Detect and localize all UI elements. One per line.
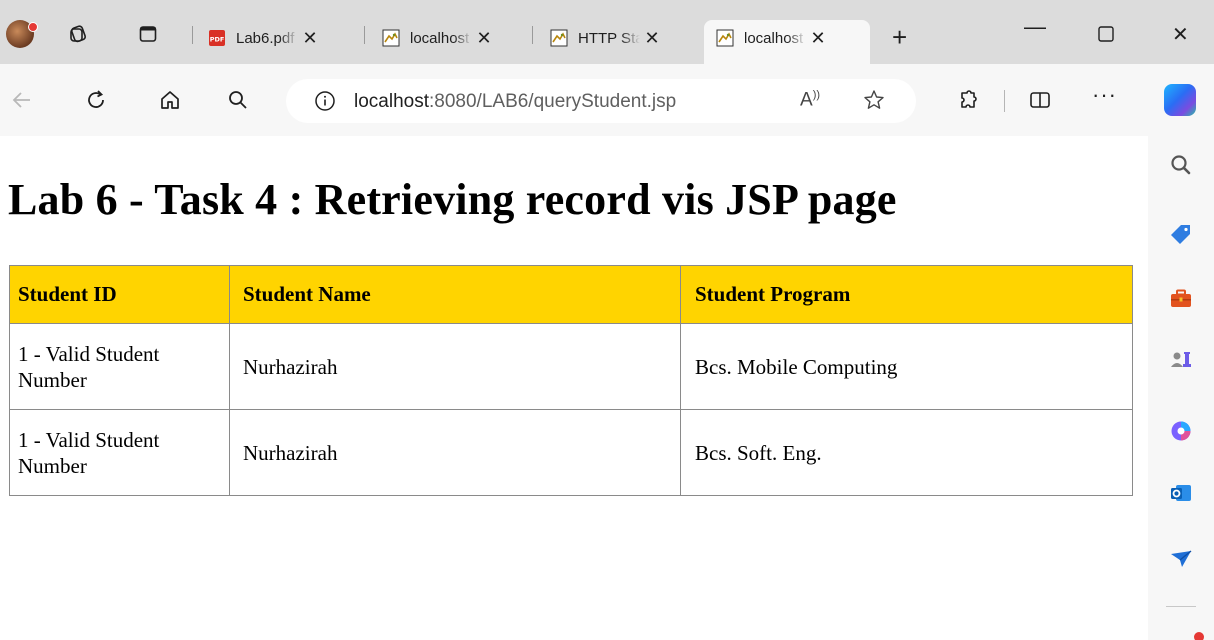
tab-localhost-active[interactable]: localhost ✕ <box>704 20 870 64</box>
student-program-cell: Bcs. Soft. Eng. <box>680 409 1133 496</box>
minimize-button[interactable]: — <box>1024 14 1046 40</box>
tab-title: localhost <box>744 29 804 47</box>
tab-close-button[interactable]: ✕ <box>302 28 318 49</box>
search-icon[interactable] <box>1168 152 1194 178</box>
student-table: Student ID Student Name Student Program … <box>9 265 1133 496</box>
tab-separator <box>364 26 365 44</box>
table-row: 1 - Valid Student Number Nurhazirah Bcs.… <box>9 323 1133 410</box>
more-options-button[interactable]: ··· <box>1092 82 1117 108</box>
table-row: 1 - Valid Student Number Nurhazirah Bcs.… <box>9 409 1133 496</box>
home-icon[interactable] <box>158 88 182 112</box>
back-icon[interactable] <box>10 88 34 112</box>
tab-localhost-1[interactable]: localhost ✕ <box>382 20 492 56</box>
tab-lab6-pdf[interactable]: PDF Lab6.pdf ✕ <box>208 20 318 56</box>
table-header-row: Student ID Student Name Student Program <box>9 265 1133 324</box>
tomcat-icon <box>550 29 568 47</box>
tab-title: Lab6.pdf <box>236 29 295 47</box>
tag-icon[interactable] <box>1168 222 1194 248</box>
tab-title: localhost <box>410 29 470 47</box>
page-title: Lab 6 - Task 4 : Retrieving record vis J… <box>8 175 897 224</box>
games-icon[interactable] <box>1168 346 1194 372</box>
new-tab-button[interactable]: + <box>892 24 907 50</box>
student-program-cell: Bcs. Mobile Computing <box>680 323 1133 410</box>
notification-dot <box>1194 632 1204 640</box>
column-header: Student Name <box>229 265 681 324</box>
copilot-icon[interactable] <box>1164 84 1196 116</box>
student-id-cell: 1 - Valid Student Number <box>9 409 230 496</box>
student-name-cell: Nurhazirah <box>229 323 681 410</box>
page-content: Lab 6 - Task 4 : Retrieving record vis J… <box>0 136 1148 640</box>
tab-separator <box>532 26 533 44</box>
url-path: :8080/LAB6/queryStudent.jsp <box>429 91 677 112</box>
tab-title: HTTP Status <box>578 29 640 47</box>
read-aloud-icon[interactable]: A)) <box>800 89 820 111</box>
read-aloud-glyph: A <box>800 89 813 111</box>
student-id-cell: 1 - Valid Student Number <box>9 323 230 410</box>
column-header: Student Program <box>680 265 1133 324</box>
split-screen-icon[interactable] <box>1028 88 1052 112</box>
briefcase-icon[interactable] <box>1168 286 1194 312</box>
vertical-tabs-icon[interactable] <box>138 24 158 44</box>
tab-http-status[interactable]: HTTP Status ✕ <box>550 20 660 56</box>
search-icon[interactable] <box>226 88 250 112</box>
sidebar-divider <box>1166 606 1196 607</box>
tomcat-icon <box>716 29 734 47</box>
svg-text:PDF: PDF <box>210 36 225 44</box>
address-bar[interactable]: localhost:8080/LAB6/queryStudent.jsp A)) <box>286 79 916 123</box>
office-icon[interactable] <box>1168 418 1194 444</box>
favorite-star-icon[interactable] <box>862 88 886 112</box>
toolbar-divider <box>1004 90 1005 112</box>
profile-notification-dot <box>28 22 38 32</box>
tab-strip: PDF Lab6.pdf ✕ localhost ✕ HTTP Status ✕… <box>0 0 1214 64</box>
close-window-button[interactable]: ✕ <box>1172 22 1189 47</box>
tab-separator <box>192 26 193 44</box>
tab-close-button[interactable]: ✕ <box>644 28 660 49</box>
extensions-icon[interactable] <box>956 88 980 112</box>
send-icon[interactable] <box>1168 546 1194 572</box>
browser-toolbar: localhost:8080/LAB6/queryStudent.jsp A))… <box>0 64 1214 136</box>
site-info-icon[interactable] <box>314 90 336 112</box>
workspaces-icon[interactable] <box>68 24 88 44</box>
pdf-icon: PDF <box>209 30 225 46</box>
column-header: Student ID <box>9 265 230 324</box>
refresh-icon[interactable] <box>84 88 108 112</box>
student-name-cell: Nurhazirah <box>229 409 681 496</box>
maximize-button[interactable] <box>1098 26 1114 47</box>
tab-close-button[interactable]: ✕ <box>810 28 826 49</box>
url-host: localhost <box>354 91 429 112</box>
outlook-icon[interactable] <box>1168 480 1194 506</box>
tab-close-button[interactable]: ✕ <box>476 28 492 49</box>
edge-sidebar <box>1148 136 1214 640</box>
tomcat-icon <box>382 29 400 47</box>
url-text[interactable]: localhost:8080/LAB6/queryStudent.jsp <box>354 91 676 113</box>
